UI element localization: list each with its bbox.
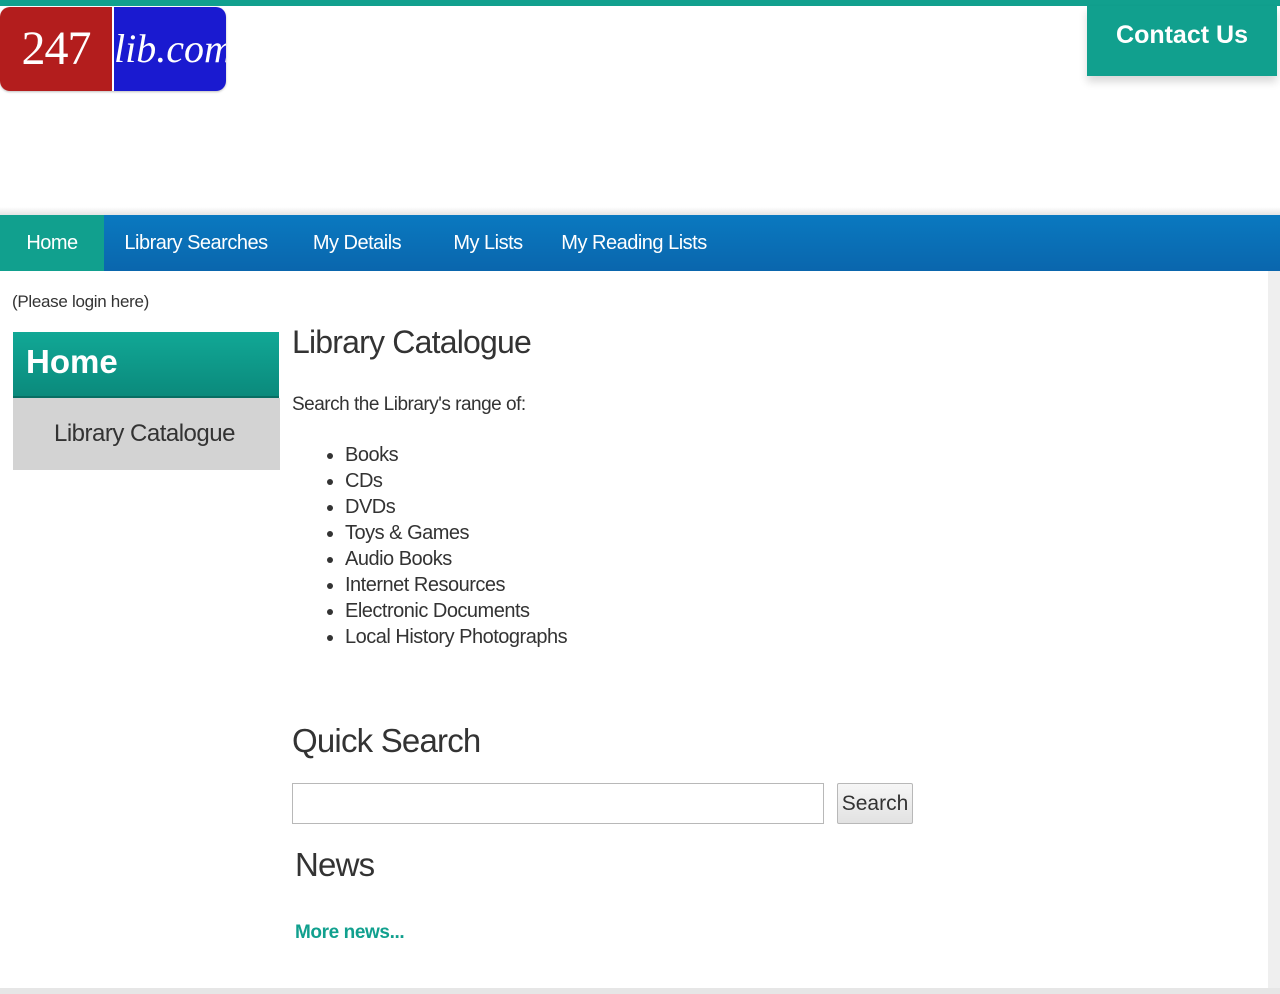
contact-us-button[interactable]: Contact Us — [1087, 6, 1277, 76]
nav-item-my-lists[interactable]: My Lists — [426, 215, 550, 271]
list-item: CDs — [345, 468, 567, 494]
page-title: Library Catalogue — [292, 324, 532, 360]
list-item: DVDs — [345, 494, 567, 520]
logo-number: 247 — [0, 7, 112, 91]
site-logo[interactable]: 247 lib.com — [0, 7, 226, 91]
logo-domain: lib.com — [112, 7, 226, 91]
nav-item-library-searches[interactable]: Library Searches — [104, 215, 288, 271]
quick-search-heading: Quick Search — [292, 722, 481, 759]
list-item: Internet Resources — [345, 572, 567, 598]
sidebar-item-library-catalogue[interactable]: Library Catalogue — [13, 398, 280, 470]
list-item: Electronic Documents — [345, 598, 567, 624]
sidebar-title-home[interactable]: Home — [13, 332, 279, 398]
list-item: Audio Books — [345, 546, 567, 572]
page: 247 lib.com Contact Us Home Library Sear… — [0, 0, 1280, 994]
news-heading: News — [295, 846, 375, 883]
search-button[interactable]: Search — [837, 783, 913, 824]
nav-item-my-details[interactable]: My Details — [288, 215, 426, 271]
list-item: Local History Photographs — [345, 624, 568, 650]
main-nav: Home Library Searches My Details My List… — [0, 215, 1280, 271]
bottom-border — [0, 988, 1280, 994]
more-news-link[interactable]: More news... — [295, 922, 405, 944]
intro-text: Search the Library's range of: — [292, 394, 526, 415]
nav-item-my-reading-lists[interactable]: My Reading Lists — [550, 215, 718, 271]
nav-item-home[interactable]: Home — [0, 215, 104, 271]
list-item: Books — [345, 442, 567, 468]
nav-top-shadow — [0, 207, 1280, 215]
login-link[interactable]: (Please login here) — [12, 292, 149, 312]
list-item: Toys & Games — [345, 520, 567, 546]
quick-search-input[interactable] — [292, 783, 824, 824]
resource-list: Books CDs DVDs Toys & Games Audio Books … — [292, 442, 568, 650]
right-scroll-gutter — [1268, 271, 1280, 994]
